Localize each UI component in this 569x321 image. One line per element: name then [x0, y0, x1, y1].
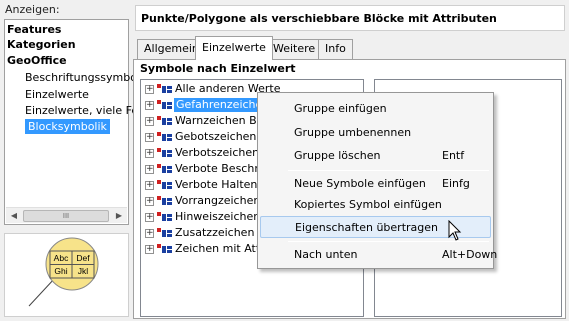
tree-item-einzelwerte[interactable]: Einzelwerte: [25, 87, 89, 102]
expand-plus-icon[interactable]: +: [145, 101, 154, 110]
menu-item-label: Eigenschaften übertragen: [295, 221, 438, 234]
context-menu: Gruppe einfügen Gruppe umbenennen Gruppe…: [257, 92, 497, 269]
expand-plus-icon[interactable]: +: [145, 213, 154, 222]
menu-item-label: Nach unten: [294, 248, 358, 261]
symbol-block-icon: [157, 244, 172, 253]
menu-item-neue-symbole-einfuegen[interactable]: Neue Symbole einfügen Einfg: [260, 173, 491, 195]
menu-item-label: Kopiertes Symbol einfügen: [294, 198, 442, 211]
scroll-left-icon[interactable]: ◀: [6, 208, 22, 224]
symbol-block-icon: [157, 196, 172, 205]
scroll-thumb[interactable]: III: [23, 210, 109, 222]
menu-item-gruppe-einfuegen[interactable]: Gruppe einfügen: [260, 98, 491, 120]
symbol-block-icon: [157, 228, 172, 237]
tab-einzelwerte[interactable]: Einzelwerte: [195, 36, 273, 60]
section-title: Symbole nach Einzelwert: [140, 62, 296, 75]
symbol-block-icon: [157, 84, 172, 93]
expand-plus-icon[interactable]: +: [145, 149, 154, 158]
menu-item-label: Gruppe umbenennen: [294, 126, 412, 139]
menu-item-kopiertes-symbol-einfuegen[interactable]: Kopiertes Symbol einfügen: [260, 194, 491, 216]
menu-item-label: Gruppe einfügen: [294, 102, 387, 115]
expand-plus-icon[interactable]: +: [145, 229, 154, 238]
symbol-block-icon: [157, 180, 172, 189]
expand-plus-icon[interactable]: +: [145, 133, 154, 142]
menu-item-nach-unten[interactable]: Nach unten Alt+Down: [260, 244, 497, 266]
menu-item-gruppe-loeschen[interactable]: Gruppe löschen Entf: [260, 145, 491, 167]
symbol-block-icon: [157, 100, 172, 109]
tab-info[interactable]: Info: [318, 39, 353, 59]
block-symbol-preview-icon: Abc Def Ghi Jkl: [28, 237, 99, 307]
menu-separator: [288, 170, 489, 171]
menu-item-label: Neue Symbole einfügen: [294, 177, 426, 190]
expand-plus-icon[interactable]: +: [145, 245, 154, 254]
tab-weitere[interactable]: Weitere: [266, 39, 323, 59]
symbol-block-icon: [157, 212, 172, 221]
menu-item-shortcut: Einfg: [442, 177, 470, 190]
symbol-row-label: Hinweiszeichen: [175, 210, 261, 223]
preview-cell-ghi: Ghi: [54, 266, 67, 276]
tree-item-einzelwerte-viele[interactable]: Einzelwerte, viele Fe: [25, 103, 138, 118]
symbol-block-icon: [157, 164, 172, 173]
horizontal-scrollbar[interactable]: ◀ III ▶: [6, 207, 127, 223]
symbol-row-label: Gebotszeichen: [175, 130, 257, 143]
preview-cell-def: Def: [76, 253, 90, 263]
symbol-row-label: Zusatzzeichen: [175, 226, 255, 239]
tree-item-beschriftungssymbol[interactable]: Beschriftungssymbol: [25, 70, 140, 85]
expand-plus-icon[interactable]: +: [145, 85, 154, 94]
expand-plus-icon[interactable]: +: [145, 117, 154, 126]
expand-plus-icon[interactable]: +: [145, 197, 154, 206]
tree-item-features[interactable]: Features: [7, 22, 61, 37]
scroll-right-icon[interactable]: ▶: [111, 208, 127, 224]
menu-item-shortcut: Entf: [442, 149, 465, 162]
symbol-preview: Abc Def Ghi Jkl: [4, 233, 129, 317]
tree-item-geooffice[interactable]: GeoOffice: [7, 53, 67, 68]
menu-item-gruppe-umbenennen[interactable]: Gruppe umbenennen: [260, 122, 491, 144]
layer-tree[interactable]: Features Kategorien GeoOffice Beschriftu…: [4, 19, 140, 225]
tree-item-kategorien[interactable]: Kategorien: [7, 37, 76, 52]
preview-cell-jkl: Jkl: [78, 266, 89, 276]
show-label: Anzeigen:: [5, 3, 60, 16]
tree-item-blocksymbolik[interactable]: Blocksymbolik: [25, 119, 110, 134]
menu-item-label: Gruppe löschen: [294, 149, 381, 162]
expand-plus-icon[interactable]: +: [145, 181, 154, 190]
dialog-header: Punkte/Polygone als verschiebbare Blöcke…: [135, 5, 565, 31]
symbol-block-icon: [157, 116, 172, 125]
menu-item-shortcut: Alt+Down: [442, 248, 498, 261]
mouse-cursor-icon: [448, 220, 462, 241]
preview-cell-abc: Abc: [54, 253, 69, 263]
symbol-block-icon: [157, 132, 172, 141]
symbol-row-label: Vorrangzeichen: [175, 194, 261, 207]
page-title: Punkte/Polygone als verschiebbare Blöcke…: [141, 12, 497, 25]
expand-plus-icon[interactable]: +: [145, 165, 154, 174]
symbol-block-icon: [157, 148, 172, 157]
symbol-row-label: Verbotszeichen: [175, 146, 260, 159]
